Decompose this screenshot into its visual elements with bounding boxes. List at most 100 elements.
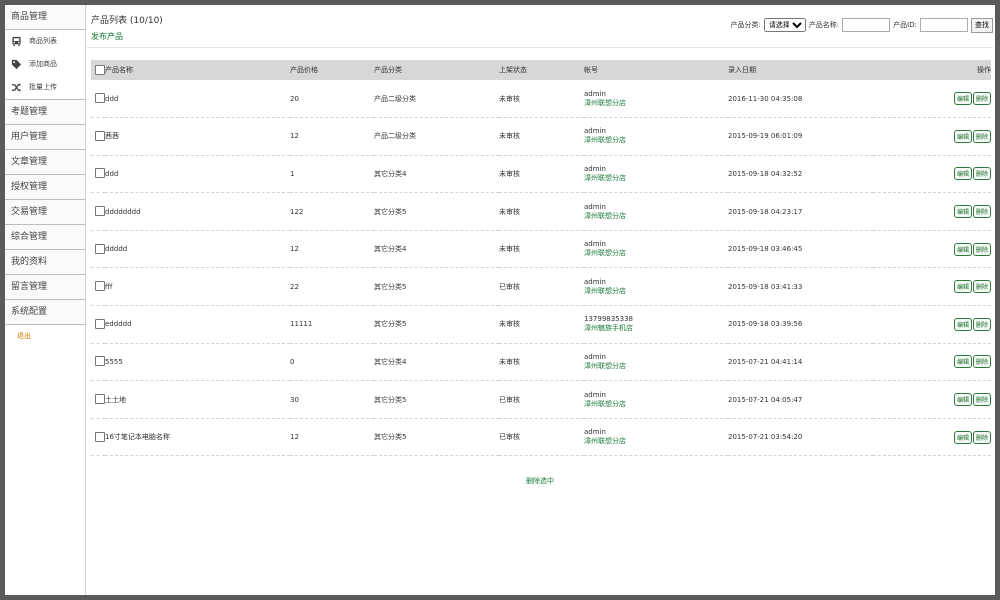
row-checkbox[interactable] bbox=[95, 318, 105, 329]
account-store-link[interactable]: 漳州联想分店 bbox=[584, 98, 728, 108]
edit-button[interactable]: 编辑 bbox=[953, 393, 972, 407]
delete-button[interactable]: 删除 bbox=[972, 205, 991, 219]
account-user: 13799835338 bbox=[584, 315, 633, 324]
row-checkbox[interactable] bbox=[95, 394, 105, 405]
product-actions-cell: 编辑 删除 bbox=[873, 418, 991, 456]
edit-button[interactable]: 编辑 bbox=[953, 430, 972, 444]
name-input[interactable] bbox=[842, 18, 891, 32]
delete-button[interactable]: 删除 bbox=[972, 355, 991, 369]
sidebar-header-profile[interactable]: 我的资料 bbox=[5, 250, 85, 275]
account-store-link[interactable]: 漳州联想分店 bbox=[584, 361, 728, 371]
edit-button[interactable]: 编辑 bbox=[953, 205, 972, 219]
account-store-link[interactable]: 漳州联想分店 bbox=[584, 436, 728, 446]
name-label: 产品名称: bbox=[808, 21, 840, 29]
sidebar-header-exam[interactable]: 考题管理 bbox=[5, 100, 85, 125]
product-account-cell: admin 漳州联想分店 bbox=[584, 193, 728, 231]
edit-button[interactable]: 编辑 bbox=[953, 317, 972, 331]
sidebar-item-label: 批量上传 bbox=[29, 83, 57, 91]
publish-product-link[interactable]: 发布产品 bbox=[91, 31, 123, 42]
delete-button[interactable]: 删除 bbox=[972, 129, 991, 143]
account-store-link[interactable]: 漳州联想分店 bbox=[584, 248, 728, 258]
sidebar-header-trade[interactable]: 交易管理 bbox=[5, 200, 85, 225]
row-checkbox[interactable] bbox=[95, 243, 105, 254]
table-row: ddd 20 产品二级分类 未审核 admin 漳州联想分店 2016-11-30 04:3… bbox=[91, 80, 991, 118]
account-store-link[interactable]: 漳州联想分店 bbox=[584, 286, 728, 296]
account-store-link[interactable]: 漳州联想分店 bbox=[584, 211, 728, 221]
product-name-cell: fff bbox=[105, 282, 113, 291]
delete-button[interactable]: 删除 bbox=[972, 280, 991, 294]
sidebar-item-label: 商品列表 bbox=[29, 37, 57, 45]
select-all-checkbox[interactable] bbox=[95, 64, 105, 75]
edit-button[interactable]: 编辑 bbox=[953, 355, 972, 369]
row-checkbox[interactable] bbox=[95, 206, 105, 217]
id-label: 产品ID: bbox=[893, 21, 917, 29]
row-checkbox[interactable] bbox=[95, 130, 105, 141]
product-account-cell: admin 漳州联想分店 bbox=[584, 343, 728, 381]
delete-button[interactable]: 删除 bbox=[972, 430, 991, 444]
account-store-link[interactable]: 漳州魅族手机店 bbox=[584, 323, 728, 333]
account-user: admin bbox=[584, 277, 606, 286]
product-date-cell: 2015-09-19 06:01:09 bbox=[728, 132, 803, 141]
sidebar-item-batch-upload[interactable]: 批量上传 bbox=[5, 76, 85, 100]
product-price-cell: 11111 bbox=[290, 320, 313, 329]
row-checkbox[interactable] bbox=[95, 93, 105, 104]
product-name-cell: 土土地 bbox=[105, 395, 126, 404]
product-price-cell: 1 bbox=[290, 169, 295, 178]
table-row: ddddd 12 其它分类4 未审核 admin 漳州联想分店 2015-09-18 03:… bbox=[91, 230, 991, 268]
sidebar-item-goods-list[interactable]: 商品列表 bbox=[5, 30, 85, 53]
sidebar-header-goods[interactable]: 商品管理 bbox=[5, 5, 85, 30]
edit-button[interactable]: 编辑 bbox=[953, 280, 972, 294]
row-checkbox[interactable] bbox=[95, 168, 105, 179]
sidebar: 商品管理 商品列表 添加商品 批量上传 考题管理 用户管理 文章管理 授权管理 … bbox=[5, 5, 86, 595]
main-content: 产品列表 (10/10) 发布产品 产品分类: 请选择 产品名称: 产品ID: … bbox=[87, 5, 993, 595]
delete-button[interactable]: 删除 bbox=[972, 242, 991, 256]
shuffle-icon bbox=[11, 82, 22, 93]
delete-button[interactable]: 删除 bbox=[972, 167, 991, 181]
product-date-cell: 2015-09-18 04:23:17 bbox=[728, 207, 803, 216]
sidebar-header-auth[interactable]: 授权管理 bbox=[5, 175, 85, 200]
product-name-cell: eddddd bbox=[105, 320, 132, 329]
account-store-link[interactable]: 漳州联想分店 bbox=[584, 135, 728, 145]
logout-link[interactable]: 退出 bbox=[5, 325, 85, 347]
id-input[interactable] bbox=[920, 18, 968, 32]
sidebar-header-users[interactable]: 用户管理 bbox=[5, 125, 85, 150]
product-actions-cell: 编辑 删除 bbox=[873, 268, 991, 306]
account-user: admin bbox=[584, 202, 606, 211]
table-row: 5555 0 其它分类4 未审核 admin 漳州联想分店 2015-07-21 04:41… bbox=[91, 343, 991, 381]
product-date-cell: 2016-11-30 04:35:08 bbox=[728, 94, 803, 103]
account-user: admin bbox=[584, 89, 606, 98]
product-category-cell: 其它分类4 bbox=[374, 245, 407, 254]
table-row: 16寸笔记本电脑名称 12 其它分类5 已审核 admin 漳州联想分店 2015-07-2… bbox=[91, 418, 991, 456]
sidebar-header-messages[interactable]: 留言管理 bbox=[5, 275, 85, 300]
product-price-cell: 20 bbox=[290, 94, 299, 103]
account-store-link[interactable]: 漳州联想分店 bbox=[584, 173, 728, 183]
product-name-cell: 16寸笔记本电脑名称 bbox=[105, 433, 170, 442]
table-row: 茜茜 12 产品二级分类 未审核 admin 漳州联想分店 2015-09-19 06:01… bbox=[91, 118, 991, 156]
product-account-cell: admin 漳州联想分店 bbox=[584, 268, 728, 306]
row-checkbox[interactable] bbox=[95, 281, 105, 292]
row-checkbox[interactable] bbox=[95, 356, 105, 367]
search-button[interactable]: 查找 bbox=[971, 17, 993, 33]
category-select[interactable]: 请选择 bbox=[763, 18, 806, 32]
product-price-cell: 12 bbox=[290, 433, 299, 442]
delete-button[interactable]: 删除 bbox=[972, 92, 991, 106]
account-user: admin bbox=[584, 127, 606, 136]
account-store-link[interactable]: 漳州联想分店 bbox=[584, 399, 728, 409]
sidebar-header-settings[interactable]: 系统配置 bbox=[5, 300, 85, 325]
product-status-cell: 未审核 bbox=[499, 94, 520, 103]
delete-button[interactable]: 删除 bbox=[972, 317, 991, 331]
page-title: 产品列表 (10/10) bbox=[91, 16, 163, 26]
sidebar-header-general[interactable]: 综合管理 bbox=[5, 225, 85, 250]
edit-button[interactable]: 编辑 bbox=[953, 92, 972, 106]
edit-button[interactable]: 编辑 bbox=[953, 242, 972, 256]
sidebar-item-add-goods[interactable]: 添加商品 bbox=[5, 53, 85, 76]
product-actions-cell: 编辑 删除 bbox=[873, 343, 991, 381]
product-actions-cell: 编辑 删除 bbox=[873, 80, 991, 118]
delete-selected-button[interactable]: 删除选中 bbox=[87, 476, 993, 486]
row-checkbox[interactable] bbox=[95, 431, 105, 442]
sidebar-header-articles[interactable]: 文章管理 bbox=[5, 150, 85, 175]
edit-button[interactable]: 编辑 bbox=[953, 167, 972, 181]
edit-button[interactable]: 编辑 bbox=[953, 129, 972, 143]
delete-button[interactable]: 删除 bbox=[972, 393, 991, 407]
column-header-account: 帐号 bbox=[584, 66, 598, 74]
